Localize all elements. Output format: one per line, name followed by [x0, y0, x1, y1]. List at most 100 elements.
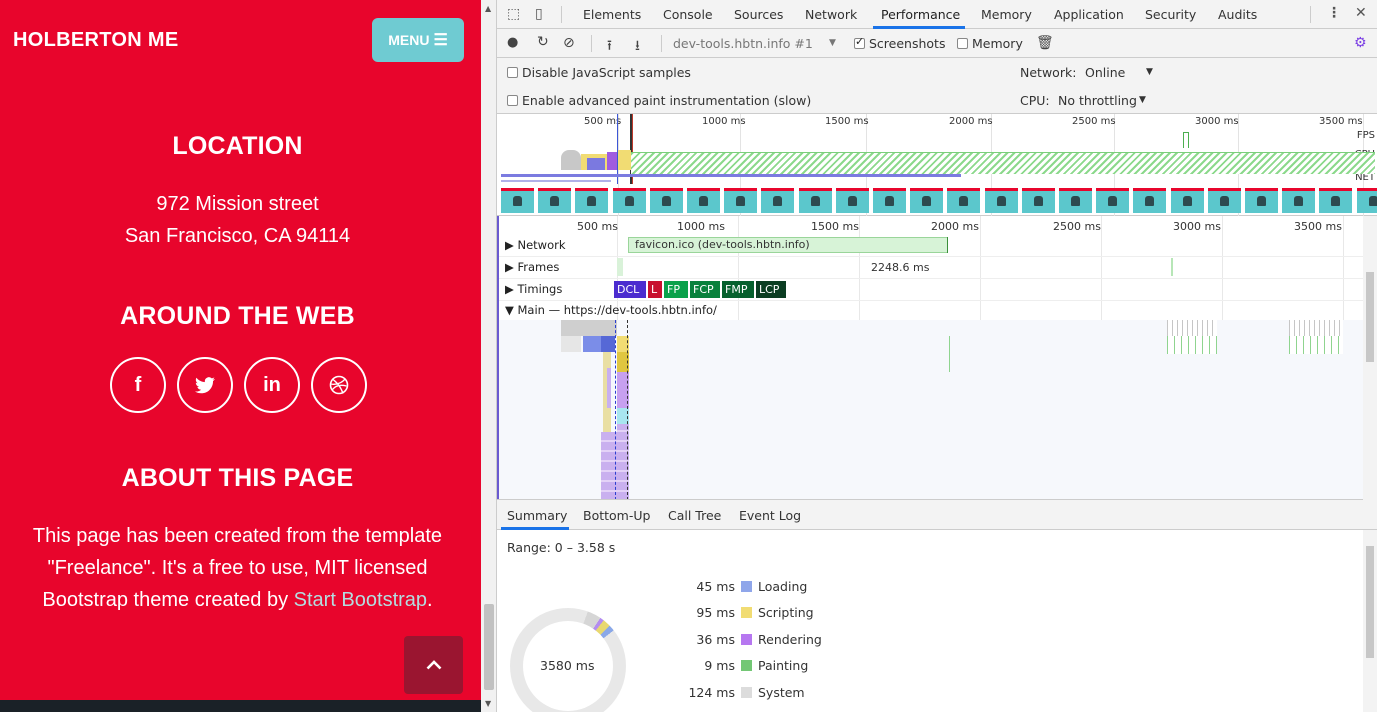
download-icon[interactable]: ⭳ — [635, 35, 640, 59]
timing-mark-fmp[interactable]: FMP — [722, 281, 754, 298]
page-scrollbar[interactable]: ▲ ▼ — [481, 0, 497, 712]
timings-track[interactable]: ▶ Timings DCL L FP FCP FMP LCP — [497, 279, 1363, 301]
timing-mark-l[interactable]: L — [648, 281, 662, 298]
screenshot-thumbnail[interactable] — [1356, 188, 1377, 213]
flame-block[interactable] — [1289, 336, 1343, 354]
clear-icon[interactable]: ⊘ — [563, 35, 575, 51]
tab-sources[interactable]: Sources — [734, 7, 783, 22]
network-track-label[interactable]: ▶ Network — [505, 238, 566, 252]
tab-performance[interactable]: Performance — [881, 7, 960, 22]
main-track-label[interactable]: ▼ Main — https://dev-tools.hbtn.info/ — [505, 303, 717, 317]
chevron-down-icon[interactable]: ▼ — [1139, 95, 1146, 105]
cpu-throttle-select[interactable]: No throttling — [1058, 93, 1137, 108]
inspect-element-icon[interactable]: ⬚ — [507, 6, 520, 22]
tab-application[interactable]: Application — [1054, 7, 1124, 22]
scroll-to-top-button[interactable] — [404, 636, 463, 694]
chevron-down-icon[interactable]: ▼ — [1146, 67, 1153, 77]
reload-icon[interactable]: ↻ — [537, 34, 549, 50]
timing-mark-lcp[interactable]: LCP — [756, 281, 786, 298]
tab-event-log[interactable]: Event Log — [739, 508, 801, 523]
screenshot-thumbnail[interactable] — [1207, 188, 1241, 213]
chevron-down-icon[interactable]: ▼ — [829, 38, 836, 48]
screenshot-thumbnail[interactable] — [1282, 188, 1316, 213]
flame-scrollbar-thumb[interactable] — [1366, 272, 1374, 362]
frames-track[interactable]: ▶ Frames 2248.6 ms — [497, 257, 1363, 279]
memory-checkbox[interactable]: Memory — [957, 36, 1023, 51]
upload-icon[interactable]: ⭱ — [607, 35, 612, 59]
flame-block[interactable] — [607, 368, 611, 408]
dribbble-icon[interactable] — [311, 357, 367, 413]
tab-network[interactable]: Network — [805, 7, 857, 22]
screenshot-thumbnail[interactable] — [1059, 188, 1092, 213]
recording-select[interactable]: dev-tools.hbtn.info #1 — [673, 36, 813, 51]
screenshot-thumbnail[interactable] — [612, 188, 646, 213]
disable-js-checkbox[interactable]: Disable JavaScript samples — [507, 65, 691, 80]
screenshot-thumbnail[interactable] — [649, 188, 683, 213]
screenshot-thumbnail[interactable] — [501, 188, 534, 213]
screenshot-thumbnail[interactable] — [873, 188, 906, 213]
menu-button[interactable]: MENU ☰ — [372, 18, 464, 62]
screenshot-thumbnail[interactable] — [835, 188, 869, 213]
screenshot-thumbnail[interactable] — [1096, 188, 1130, 213]
gear-icon[interactable]: ⚙ — [1354, 35, 1367, 51]
network-request-bar[interactable]: favicon.ico (dev-tools.hbtn.info) — [628, 237, 948, 253]
checkbox-checked-icon[interactable] — [854, 35, 865, 49]
screenshot-thumbnail[interactable] — [910, 188, 944, 213]
main-track[interactable]: ▼ Main — https://dev-tools.hbtn.info/ — [497, 301, 1363, 320]
tab-console[interactable]: Console — [663, 7, 713, 22]
flame-block[interactable] — [561, 320, 581, 336]
screenshot-thumbnail[interactable] — [1133, 188, 1167, 213]
flame-block[interactable] — [601, 336, 615, 352]
tab-memory[interactable]: Memory — [981, 7, 1032, 22]
scroll-up-arrow-icon[interactable]: ▲ — [485, 4, 491, 13]
flame-block[interactable] — [1167, 320, 1217, 336]
flame-block[interactable] — [583, 336, 601, 352]
flame-block[interactable] — [581, 320, 617, 336]
flame-block[interactable] — [561, 336, 581, 352]
scroll-down-arrow-icon[interactable]: ▼ — [485, 699, 491, 708]
tab-call-tree[interactable]: Call Tree — [668, 508, 721, 523]
twitter-icon[interactable] — [177, 357, 233, 413]
screenshot-thumbnail[interactable] — [1021, 188, 1055, 213]
screenshot-thumbnail[interactable] — [947, 188, 981, 213]
start-bootstrap-link[interactable]: Start Bootstrap — [294, 589, 427, 611]
main-thread-flame[interactable] — [497, 320, 1363, 499]
network-throttle-select[interactable]: Online — [1085, 65, 1125, 80]
site-brand[interactable]: HOLBERTON ME — [13, 29, 178, 52]
trash-icon[interactable]: 🗑 — [1036, 35, 1054, 51]
screenshot-thumbnail[interactable] — [538, 188, 572, 213]
summary-scrollbar-thumb[interactable] — [1366, 546, 1374, 658]
frame-block[interactable] — [1171, 258, 1173, 276]
screenshot-thumbnail[interactable] — [984, 188, 1018, 213]
timings-track-label[interactable]: ▶ Timings — [505, 282, 562, 296]
more-options-icon[interactable]: ⋮ — [1327, 5, 1341, 21]
summary-scrollbar[interactable] — [1363, 530, 1377, 712]
screenshot-thumbnail[interactable] — [1170, 188, 1204, 213]
record-icon[interactable]: ● — [507, 35, 518, 50]
screenshot-thumbnail[interactable] — [687, 188, 720, 213]
flame-block[interactable] — [1289, 320, 1343, 336]
frames-track-label[interactable]: ▶ Frames — [505, 260, 559, 274]
tab-summary[interactable]: Summary — [507, 508, 567, 523]
screenshot-thumbnail[interactable] — [724, 188, 758, 213]
flame-block[interactable] — [1167, 336, 1217, 354]
screenshots-checkbox[interactable]: Screenshots — [854, 35, 945, 51]
flame-scrollbar[interactable] — [1363, 216, 1377, 500]
screenshot-thumbnail[interactable] — [761, 188, 795, 213]
page-scrollbar-thumb[interactable] — [484, 604, 494, 690]
paint-instrumentation-checkbox[interactable]: Enable advanced paint instrumentation (s… — [507, 93, 811, 108]
checkbox-icon[interactable] — [507, 67, 518, 78]
timing-mark-fcp[interactable]: FCP — [690, 281, 720, 298]
device-toolbar-icon[interactable]: ▯ — [535, 6, 543, 22]
tab-elements[interactable]: Elements — [583, 7, 641, 22]
checkbox-icon[interactable] — [957, 38, 968, 49]
tab-audits[interactable]: Audits — [1218, 7, 1257, 22]
screenshot-thumbnail[interactable] — [1319, 188, 1353, 213]
timing-mark-dcl[interactable]: DCL — [614, 281, 646, 298]
tab-security[interactable]: Security — [1145, 7, 1196, 22]
checkbox-icon[interactable] — [507, 95, 518, 106]
network-track[interactable]: ▶ Network favicon.ico (dev-tools.hbtn.in… — [497, 235, 1363, 257]
close-icon[interactable]: ✕ — [1355, 5, 1367, 21]
flame-block[interactable] — [949, 336, 950, 372]
linkedin-icon[interactable]: in — [244, 357, 300, 413]
